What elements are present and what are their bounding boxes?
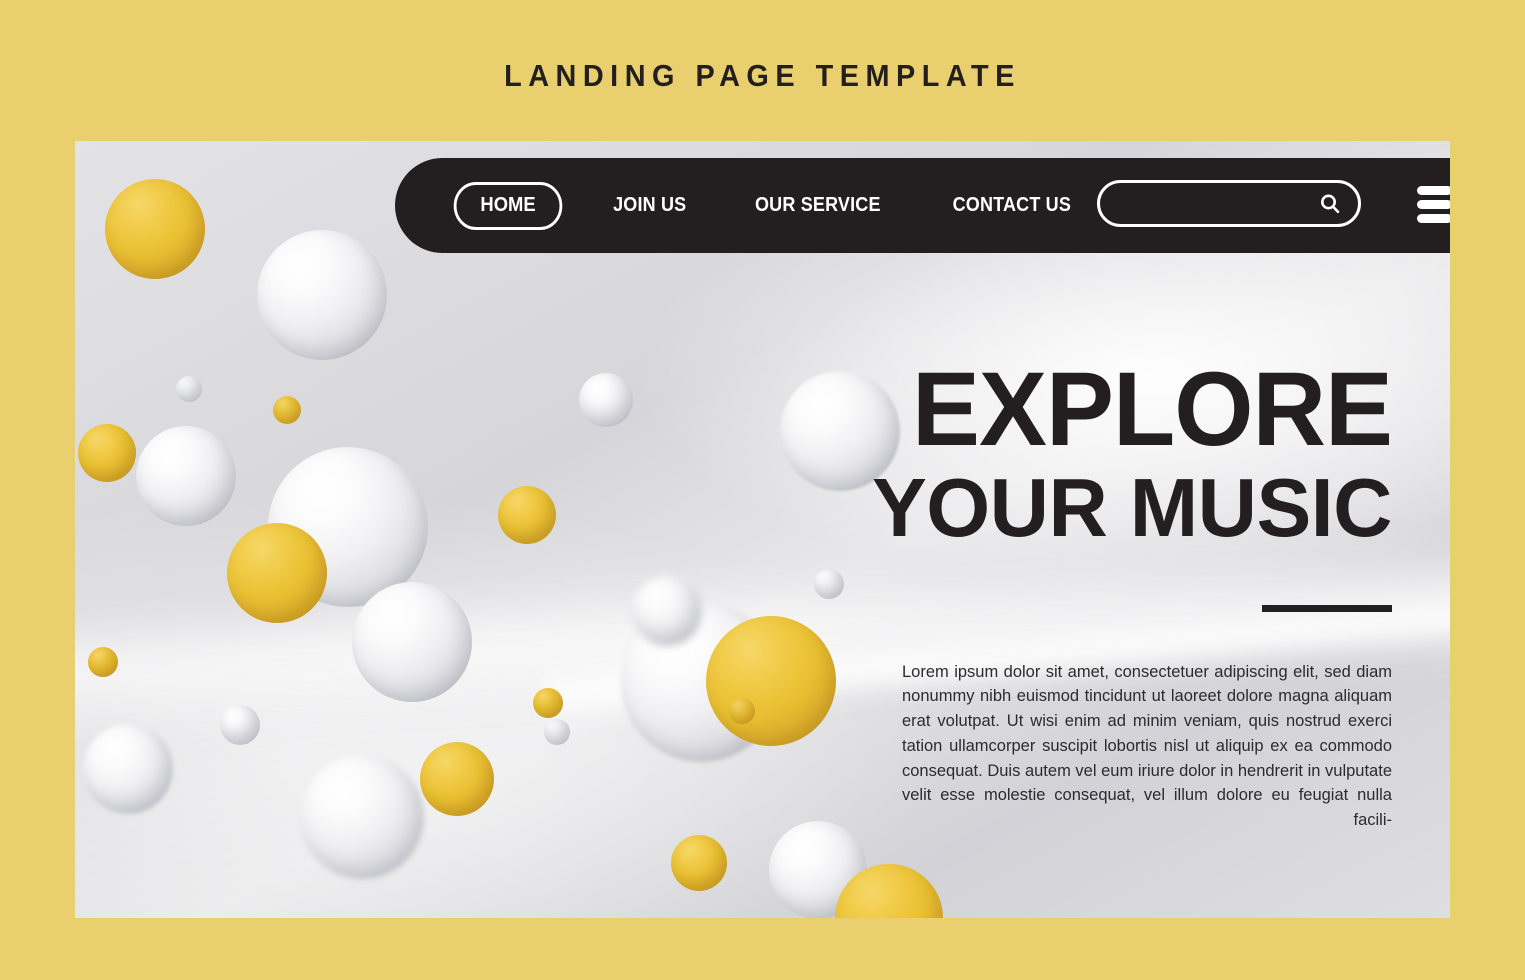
hero-headline-line2: YOUR MUSIC <box>871 460 1393 554</box>
nav-item-join-us[interactable]: JOIN US <box>613 194 686 217</box>
decor-sphere <box>352 582 472 702</box>
search-icon[interactable] <box>1318 192 1342 216</box>
decor-sphere <box>78 424 136 482</box>
decor-sphere <box>227 523 327 623</box>
decor-sphere <box>671 835 727 891</box>
decor-sphere <box>420 742 494 816</box>
decor-sphere <box>257 230 387 360</box>
decor-sphere <box>632 576 702 646</box>
decor-sphere <box>83 724 173 814</box>
page-title: LANDING PAGE TEMPLATE <box>504 58 1021 93</box>
nav-item-our-service[interactable]: OUR SERVICE <box>755 194 881 217</box>
hero-divider <box>1262 604 1392 612</box>
hamburger-bar-3 <box>1417 214 1450 223</box>
nav-item-home[interactable]: HOME <box>453 181 563 230</box>
decor-sphere <box>105 179 205 279</box>
hero-body-text: Lorem ipsum dolor sit amet, consectetuer… <box>902 662 1392 830</box>
decor-sphere <box>88 647 118 677</box>
search-input[interactable] <box>1099 182 1318 225</box>
hero-copy: EXPLORE YOUR MUSIC Lorem ipsum dolor sit… <box>832 351 1393 833</box>
decor-sphere <box>300 755 424 879</box>
decor-sphere <box>176 376 202 402</box>
hamburger-bar-2 <box>1417 200 1450 209</box>
decor-sphere <box>498 486 556 544</box>
decor-sphere <box>729 698 755 724</box>
hero-headline-line1: EXPLORE <box>912 351 1393 468</box>
decor-sphere <box>706 616 836 746</box>
decor-sphere <box>136 426 236 526</box>
decor-sphere <box>544 719 570 745</box>
hamburger-bar-1 <box>1417 186 1450 195</box>
nav-links: HOME JOIN US OUR SERVICE CONTACT US <box>449 181 1136 230</box>
decor-sphere <box>533 688 563 718</box>
search-box[interactable] <box>1097 180 1361 227</box>
decor-sphere <box>273 396 301 424</box>
nav-item-contact-us[interactable]: CONTACT US <box>953 194 1071 217</box>
decor-sphere <box>579 373 633 427</box>
landing-page-template: LANDING PAGE TEMPLATE HOME JOIN US OUR S… <box>0 0 1525 980</box>
navbar: HOME JOIN US OUR SERVICE CONTACT US <box>395 158 1450 253</box>
decor-sphere <box>220 705 260 745</box>
hamburger-menu-icon[interactable] <box>1417 186 1450 223</box>
hero-frame: HOME JOIN US OUR SERVICE CONTACT US EXPL… <box>75 141 1450 918</box>
